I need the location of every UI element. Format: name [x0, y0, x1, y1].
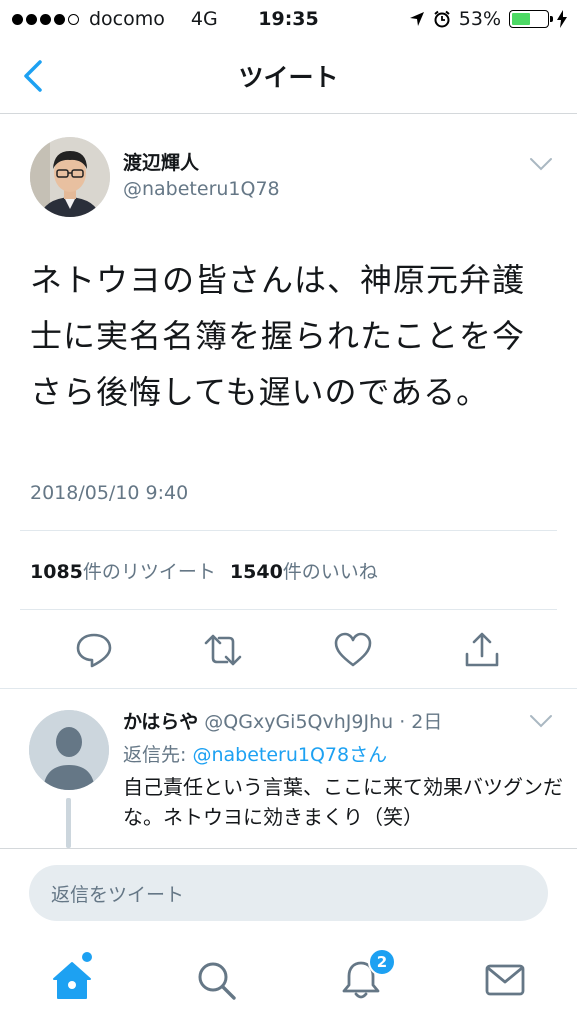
reply-compose-input[interactable]: 返信をツイート [29, 865, 548, 921]
battery-icon [509, 10, 553, 28]
notification-count-badge: 2 [368, 948, 396, 976]
retweet-icon[interactable] [203, 630, 243, 670]
reply-icon[interactable] [74, 630, 114, 670]
author-handle[interactable]: @nabeteru1Q78 [123, 178, 280, 200]
reply-text: 自己責任という言葉、ここに来て効果バツグンだな。ネトウヨに効きまくり（笑） [123, 775, 563, 829]
reply-to-line: 返信先: @nabeteru1Q78さん [123, 740, 387, 767]
navigation-bar: ツイート [0, 40, 577, 114]
share-icon[interactable] [462, 630, 502, 670]
tweet-text: ネトウヨの皆さんは、神原元弁護士に実名名簿を握られたことを今さら後悔しても遅いの… [30, 261, 526, 411]
reply-text-container: 自己責任という言葉、ここに来て効果バツグンだな。ネトウヨに効きまくり（笑） [123, 772, 563, 848]
author-name[interactable]: 渡辺輝人 [123, 148, 199, 175]
reply-avatar[interactable] [29, 710, 109, 790]
page-title: ツイート [238, 63, 339, 92]
reply-to-link[interactable]: @nabeteru1Q78さん [192, 744, 387, 766]
like-count-label[interactable]: 件のいいね [283, 561, 378, 583]
search-icon[interactable] [194, 958, 238, 1002]
messages-envelope-icon[interactable] [483, 958, 527, 1002]
location-icon [409, 12, 424, 26]
author-avatar[interactable] [30, 137, 110, 217]
reply-menu-chevron-icon[interactable] [528, 713, 554, 729]
reply-author-handle[interactable]: @QGxyGi5QvhJ9Jhu · 2日 [204, 711, 442, 733]
tab-bar [0, 936, 577, 1024]
alarm-icon [434, 10, 450, 28]
compose-placeholder: 返信をツイート [51, 884, 185, 906]
divider [20, 609, 557, 610]
status-bar: docomo 4G 19:35 53% [0, 0, 577, 40]
like-count[interactable]: 1540 [230, 561, 283, 583]
battery-percent: 53% [458, 8, 501, 30]
tweet-timestamp: 2018/05/10 9:40 [30, 482, 189, 504]
charging-icon [557, 10, 567, 28]
like-heart-icon[interactable] [333, 630, 373, 670]
retweet-count-label[interactable]: 件のリツイート [83, 561, 216, 583]
compose-area: 返信をツイート [0, 848, 577, 936]
divider [20, 530, 557, 531]
status-bar-right: 53% [409, 8, 567, 30]
tweet-stats: 1085件のリツイート 1540件のいいね [30, 557, 378, 584]
reply-header: かはらや @QGxyGi5QvhJ9Jhu · 2日 [123, 707, 442, 734]
home-new-indicator [82, 952, 92, 962]
home-icon[interactable] [50, 958, 94, 1002]
retweet-count[interactable]: 1085 [30, 561, 83, 583]
reply-to-label: 返信先: [123, 744, 187, 766]
reply-author-name[interactable]: かはらや [123, 711, 198, 733]
thread-line [66, 798, 71, 848]
tweet-menu-chevron-icon[interactable] [528, 156, 554, 172]
reply-divider [0, 688, 577, 689]
